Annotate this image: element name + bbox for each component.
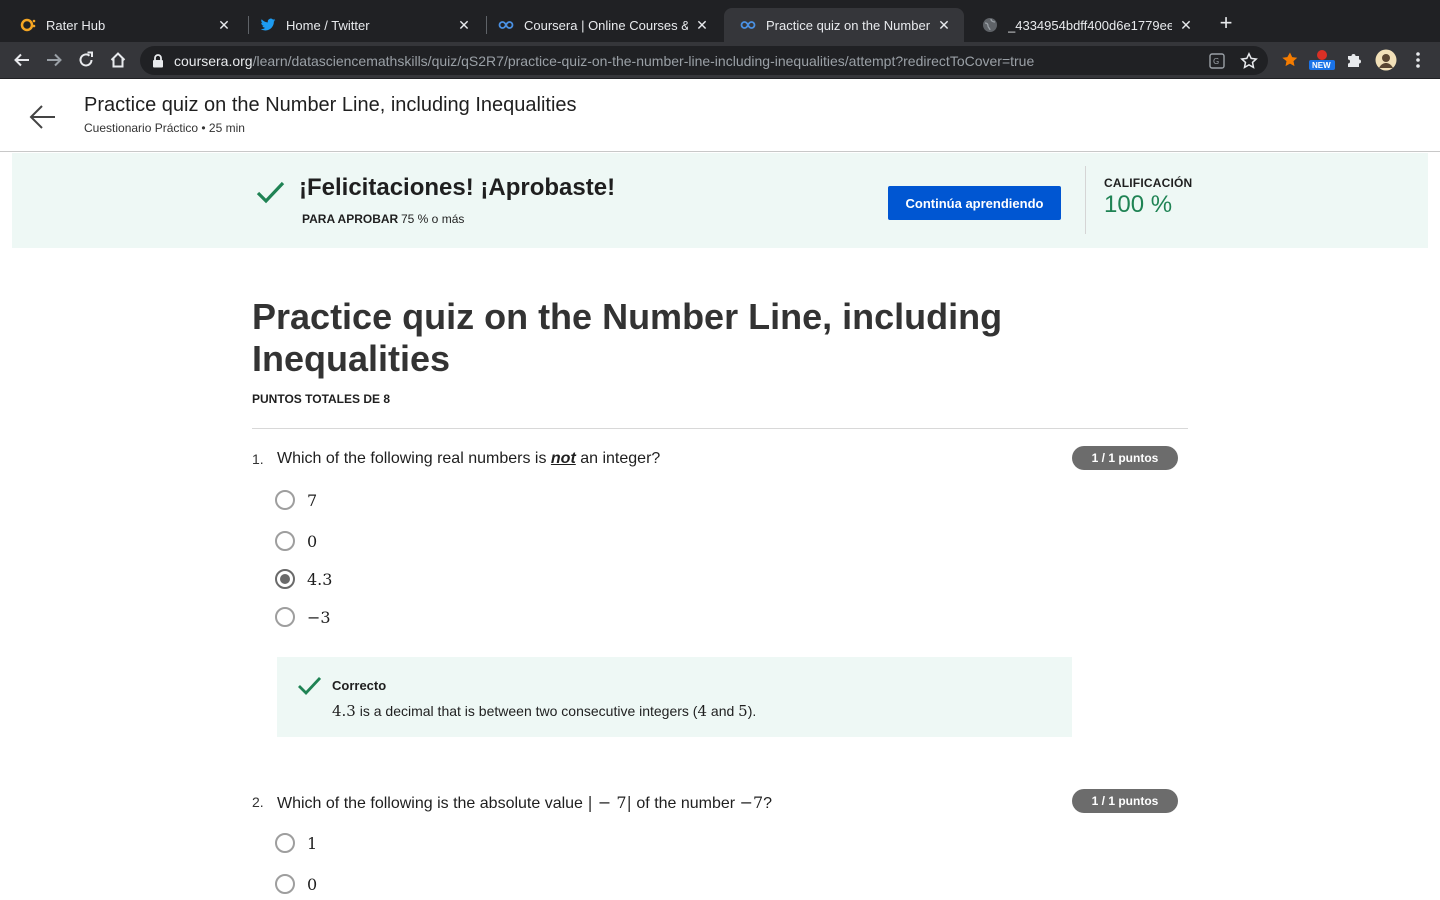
radio-button[interactable] — [275, 490, 295, 510]
tab-close-icon[interactable]: ✕ — [694, 17, 710, 33]
lock-icon — [152, 54, 164, 73]
browser-tab-practice-quiz[interactable]: Practice quiz on the Number Li ✕ — [724, 8, 964, 42]
continue-learning-button[interactable]: Continúa aprendiendo — [888, 186, 1061, 220]
tab-title: Home / Twitter — [286, 17, 370, 33]
answer-option[interactable]: 0 — [275, 530, 317, 552]
pass-heading: ¡Felicitaciones! ¡Aprobaste! — [299, 174, 616, 201]
question-number: 1. — [252, 451, 264, 467]
feedback-box: Correcto 4.3 is a decimal that is betwee… — [277, 657, 1072, 737]
radio-button[interactable] — [275, 607, 295, 627]
back-arrow-icon[interactable] — [10, 48, 34, 72]
total-points: PUNTOS TOTALES DE 8 — [252, 392, 391, 406]
answer-option[interactable]: 0 — [275, 873, 317, 895]
option-label: 7 — [307, 490, 318, 510]
browser-tab-twitter[interactable]: Home / Twitter ✕ — [244, 8, 484, 42]
quiz-title: Practice quiz on the Number Line, includ… — [252, 296, 1003, 379]
tab-title: Practice quiz on the Number Li — [766, 17, 930, 33]
points-badge: 1 / 1 puntos — [1072, 789, 1178, 813]
question-number: 2. — [252, 794, 264, 810]
browser-tab-coursera[interactable]: Coursera | Online Courses & C ✕ — [482, 8, 722, 42]
bookmark-star-icon[interactable] — [1239, 51, 1259, 71]
grade-value: 100 % — [1104, 191, 1173, 218]
option-label: 0 — [307, 874, 318, 894]
banner-divider — [1085, 166, 1086, 234]
result-banner: ¡Felicitaciones! ¡Aprobaste! PARA APROBA… — [12, 153, 1428, 248]
url-path: /learn/datasciencemathskills/quiz/qS2R7/… — [252, 53, 1035, 69]
svg-text:G: G — [1213, 57, 1219, 66]
answer-option[interactable]: −3 — [275, 606, 331, 628]
back-arrow-icon[interactable] — [28, 102, 58, 132]
new-badge-text: NEW — [1312, 61, 1331, 70]
tab-close-icon[interactable]: ✕ — [456, 17, 472, 33]
globe-icon — [982, 17, 998, 33]
tab-close-icon[interactable]: ✕ — [936, 17, 952, 33]
tab-title: Coursera | Online Courses & C — [524, 17, 688, 33]
question-emphasis: not — [550, 450, 576, 467]
browser-tab-hash[interactable]: _4334954bdff400d6e1779eef ✕ — [966, 8, 1206, 42]
home-icon[interactable] — [106, 48, 130, 72]
tab-close-icon[interactable]: ✕ — [216, 17, 232, 33]
browser-tab-rater-hub[interactable]: Rater Hub ✕ — [4, 8, 244, 42]
new-badge-extension-icon[interactable]: NEW — [1308, 48, 1336, 72]
checkmark-icon — [297, 674, 322, 698]
grade-label: CALIFICACIÓN — [1104, 176, 1193, 190]
option-label: 1 — [307, 833, 318, 853]
twitter-bird-icon — [260, 17, 276, 33]
option-label: −3 — [307, 607, 331, 627]
translate-icon[interactable]: G — [1207, 51, 1227, 71]
extensions-puzzle-icon[interactable] — [1342, 48, 1366, 72]
question-text: Which of the following real numbers is n… — [277, 450, 661, 467]
header-title: Practice quiz on the Number Line, includ… — [84, 94, 577, 116]
answer-option-selected[interactable]: 4.3 — [275, 568, 332, 590]
header-subtitle: Cuestionario Práctico • 25 min — [84, 121, 245, 135]
profile-avatar[interactable] — [1374, 48, 1398, 72]
feedback-explanation: 4.3 is a decimal that is between two con… — [332, 702, 757, 720]
tab-title: Rater Hub — [46, 17, 106, 33]
feedback-title: Correcto — [332, 678, 387, 693]
option-label: 4.3 — [307, 569, 333, 589]
radio-button[interactable] — [275, 833, 295, 853]
question-text: Which of the following is the absolute v… — [277, 793, 773, 812]
answer-option[interactable]: 7 — [275, 489, 317, 511]
url-host: coursera.org — [174, 53, 253, 69]
forward-arrow-icon[interactable] — [42, 48, 66, 72]
url-text: coursera.org/learn/datasciencemathskills… — [174, 53, 1034, 69]
math-expression: −7 — [739, 793, 764, 812]
math-expression: | − 7| — [587, 793, 632, 812]
option-label: 0 — [307, 531, 318, 551]
divider — [252, 428, 1188, 429]
tab-title: _4334954bdff400d6e1779eef — [1008, 17, 1172, 33]
browser-tab-bar: Rater Hub ✕ Home / Twitter ✕ Coursera | … — [0, 0, 1440, 42]
pass-threshold-value: 75 % o más — [401, 212, 465, 226]
reload-icon[interactable] — [74, 48, 98, 72]
address-bar[interactable]: coursera.org/learn/datasciencemathskills… — [140, 46, 1268, 75]
radio-button[interactable] — [275, 531, 295, 551]
tab-close-icon[interactable]: ✕ — [1178, 17, 1194, 33]
radio-button[interactable] — [275, 874, 295, 894]
quiz-page-header: Practice quiz on the Number Line, includ… — [0, 80, 1440, 152]
browser-menu-kebab-icon[interactable] — [1406, 48, 1430, 72]
orange-star-extension-icon[interactable] — [1278, 48, 1302, 72]
pass-threshold-label: PARA APROBAR — [302, 212, 399, 226]
rater-hub-favicon — [20, 17, 36, 33]
radio-button-checked[interactable] — [275, 569, 295, 589]
new-tab-plus-icon[interactable]: + — [1214, 12, 1238, 36]
points-badge: 1 / 1 puntos — [1072, 446, 1178, 470]
browser-toolbar: coursera.org/learn/datasciencemathskills… — [0, 42, 1440, 79]
coursera-infinity-icon — [498, 17, 514, 33]
answer-option[interactable]: 1 — [275, 832, 317, 854]
coursera-infinity-icon — [740, 17, 756, 33]
checkmark-icon — [254, 176, 286, 208]
